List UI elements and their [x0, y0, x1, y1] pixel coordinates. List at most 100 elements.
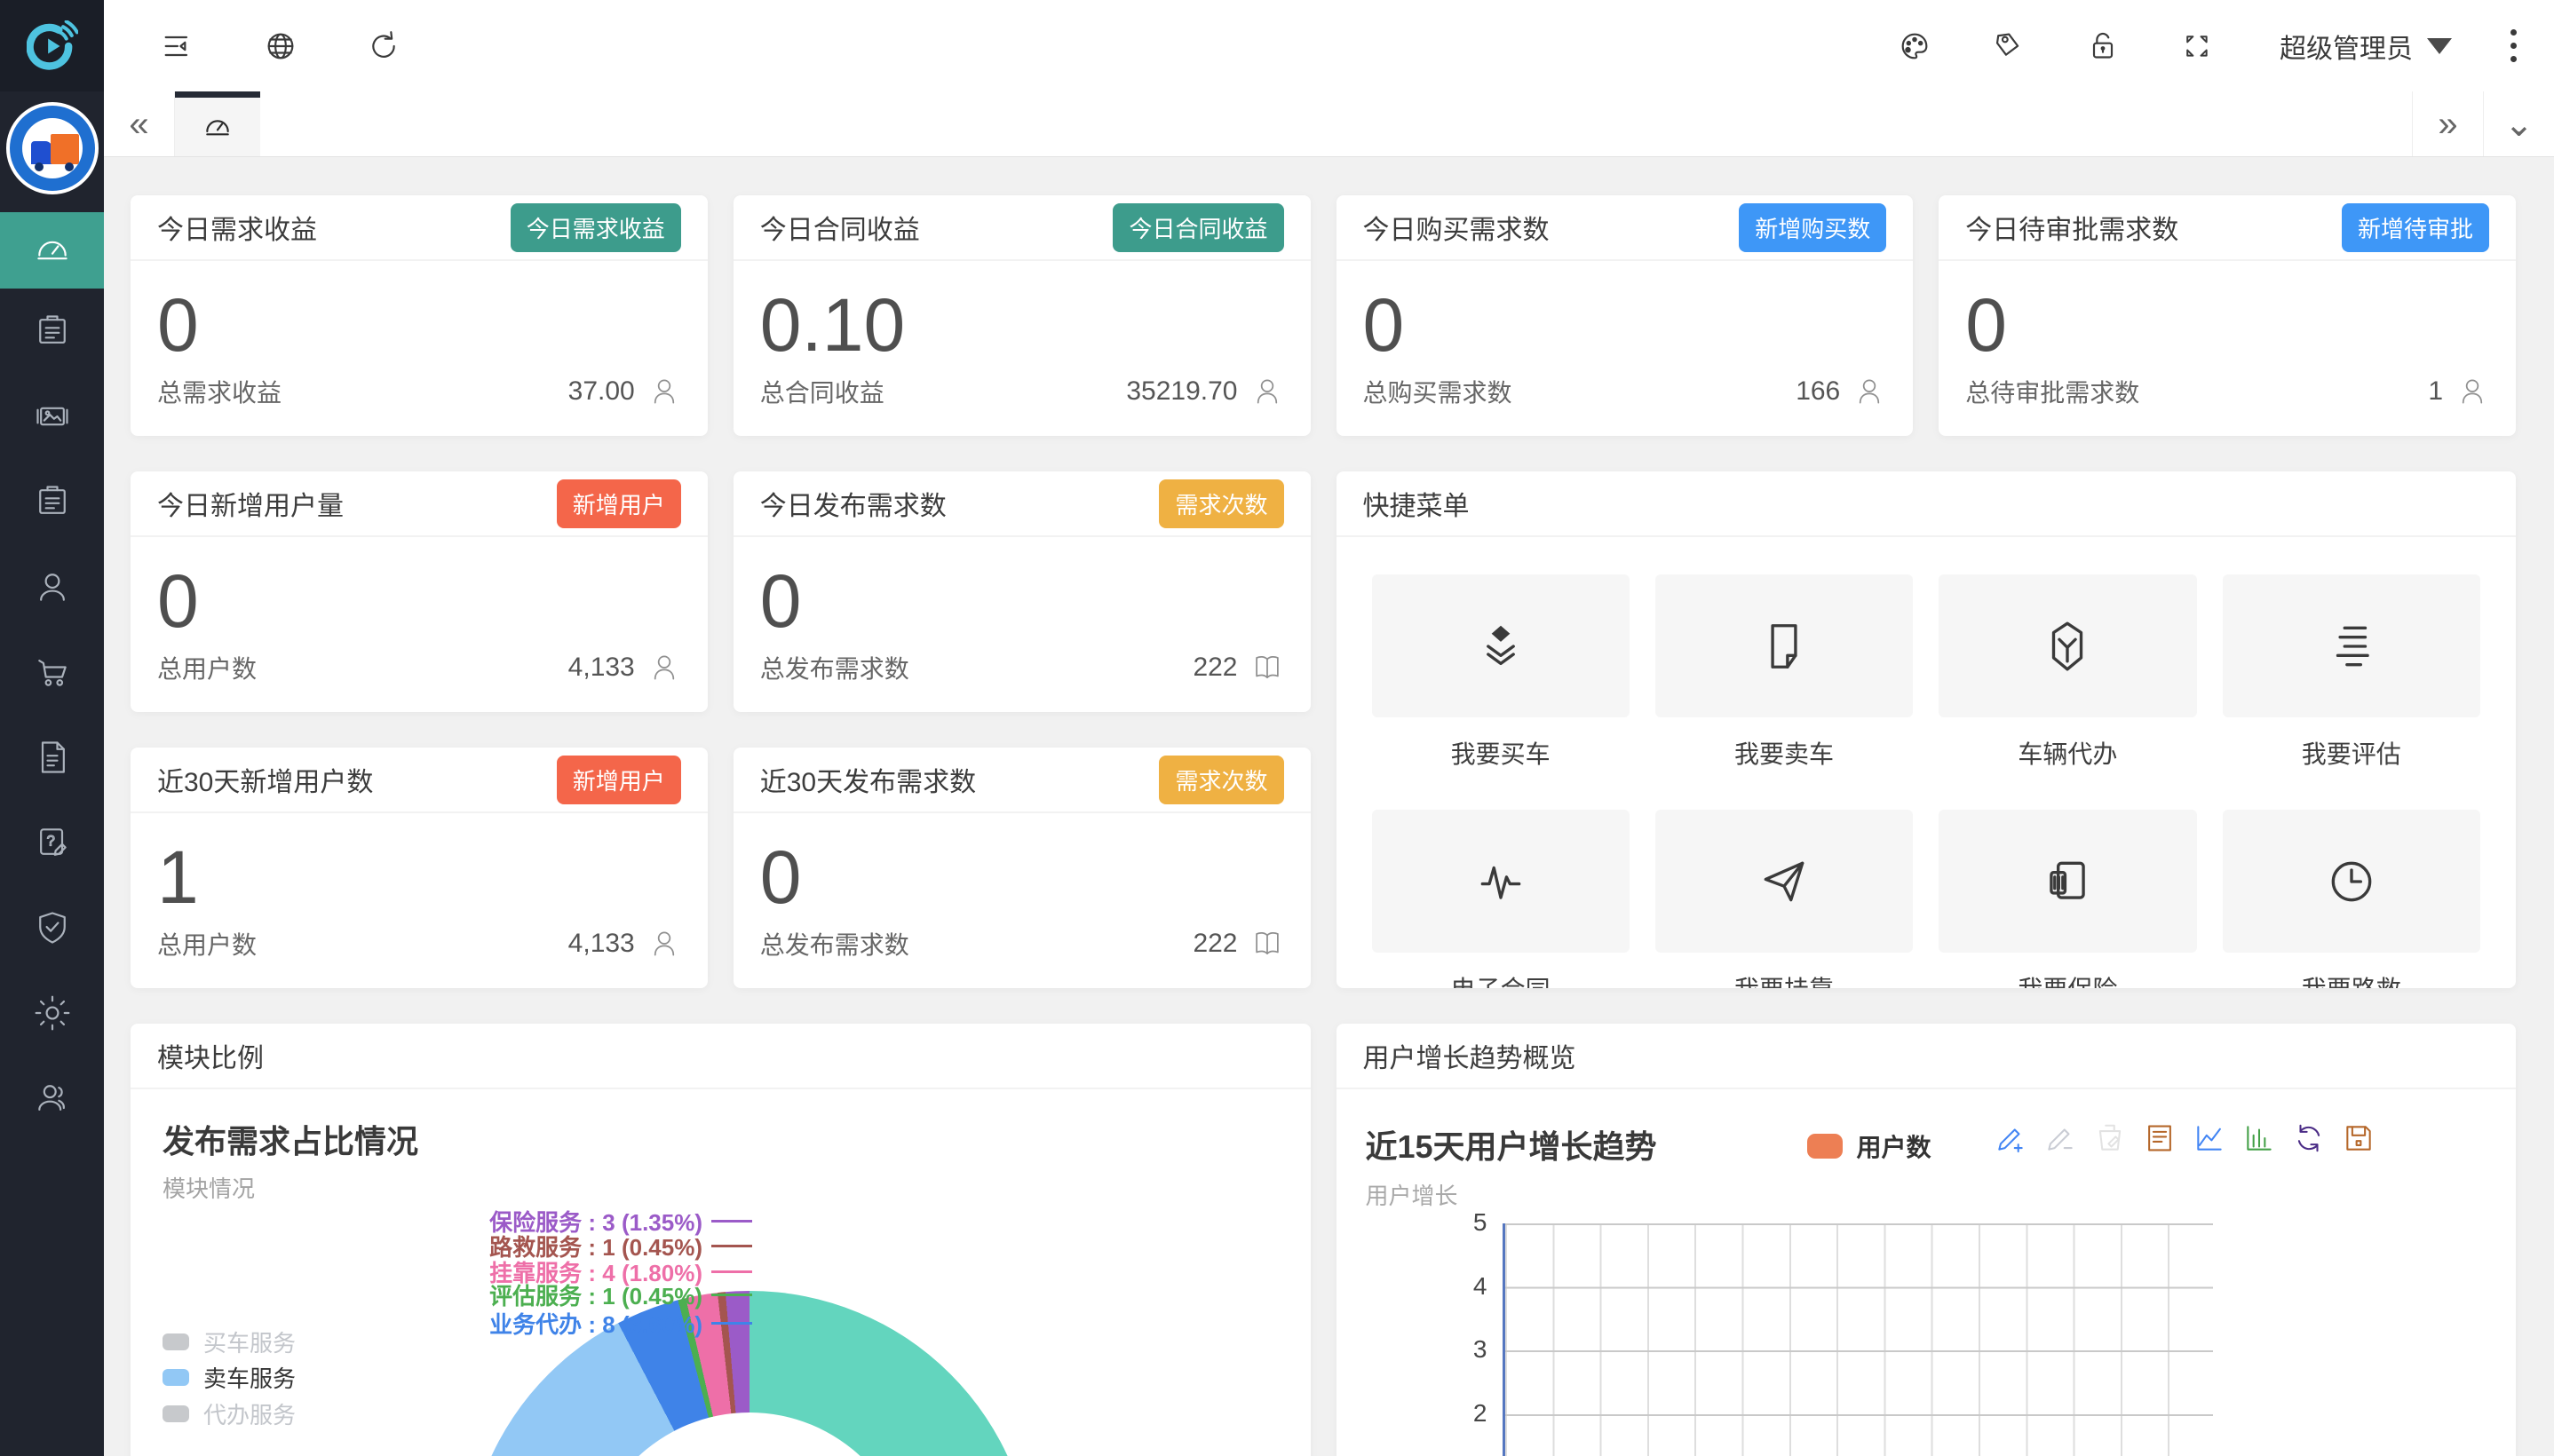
sidebar-item-orders[interactable]	[0, 289, 104, 374]
tabs-menu-button[interactable]: ⌄	[2483, 91, 2554, 156]
line-chart-area: 近15天用户增长趋势 用户数	[1336, 1089, 2517, 1456]
legend-item-sell-service[interactable]: 卖车服务	[163, 1361, 296, 1394]
edit-remove-icon[interactable]	[2043, 1121, 2077, 1155]
gear-icon	[33, 993, 72, 1033]
y-tick: 3	[1372, 1335, 1487, 1364]
card-title: 今日待审批需求数	[1965, 208, 2178, 247]
refresh-icon[interactable]	[2292, 1121, 2326, 1155]
chart-toolbox	[1994, 1121, 2376, 1155]
user-name: 超级管理员	[2280, 27, 2413, 66]
pie-chart-area: 发布需求占比情况 模块情况 保险服务 : 3 (1.35%) 路救服务 : 1 …	[131, 1089, 1311, 1456]
bar-chart-icon[interactable]	[2242, 1121, 2276, 1155]
quick-item-sell-car[interactable]: 我要卖车	[1655, 574, 1913, 771]
sidebar-item-documents[interactable]	[0, 715, 104, 800]
legend-swatch	[163, 1333, 189, 1350]
quick-menu-grid: 我要买车 我要卖车 车辆代办 我要评估	[1336, 537, 2517, 988]
svg-text:?: ?	[46, 834, 54, 850]
quick-item-affiliation[interactable]: 我要挂靠	[1655, 810, 1913, 988]
tag-icon	[1991, 28, 2027, 64]
card-title: 近30天发布需求数	[760, 760, 976, 799]
status-badge: 新增购买数	[1739, 203, 1886, 252]
tabs-scroll-left-button[interactable]: «	[104, 91, 175, 156]
refresh-icon	[366, 28, 401, 64]
legend-item-agency-service[interactable]: 代办服务	[163, 1397, 296, 1430]
total-value: 35219.70	[1126, 376, 1237, 407]
sidebar-item-dashboard[interactable]	[0, 212, 104, 289]
text-lines-icon	[2324, 619, 2379, 674]
double-chevron-left-icon: «	[129, 107, 148, 142]
menu-collapse-icon	[160, 28, 195, 64]
line-chart-icon[interactable]	[2193, 1121, 2226, 1155]
total-value: 222	[1193, 929, 1237, 959]
quick-item-insurance[interactable]: 我要保险	[1939, 810, 2196, 988]
sidebar-item-security[interactable]	[0, 885, 104, 970]
clock-icon	[2324, 854, 2379, 909]
shield-check-icon	[33, 908, 72, 947]
quick-item-buy-car[interactable]: 我要买车	[1372, 574, 1630, 771]
sidebar-menu: ?	[0, 212, 104, 1141]
fullscreen-icon	[2179, 28, 2215, 64]
save-icon[interactable]	[2342, 1121, 2376, 1155]
stat-card-published-demand-today: 今日发布需求数需求次数 0 总发布需求数 222	[734, 471, 1311, 712]
theme-button[interactable]	[1894, 26, 1935, 67]
sidebar-item-requirements[interactable]	[0, 459, 104, 544]
sidebar-item-shop[interactable]	[0, 629, 104, 715]
clear-icon[interactable]	[2093, 1121, 2127, 1155]
card-title: 快捷菜单	[1363, 484, 1470, 523]
app-logo[interactable]	[0, 0, 104, 91]
stat-value: 0	[1363, 284, 1887, 366]
more-options-button[interactable]	[2510, 29, 2517, 62]
document-list-icon	[33, 738, 72, 777]
data-view-icon[interactable]	[2143, 1121, 2177, 1155]
tab-dashboard[interactable]	[175, 91, 260, 156]
quick-item-road-rescue[interactable]: 我要路救	[2223, 810, 2480, 988]
user-growth-card: 用户增长趋势概览 近15天用户增长趋势 用户数	[1336, 1024, 2517, 1456]
tabs-scroll-right-button[interactable]: »	[2412, 91, 2483, 156]
card-title: 今日购买需求数	[1363, 208, 1550, 247]
company-truck-emblem	[6, 102, 99, 194]
total-label: 总用户数	[157, 926, 257, 961]
edit-add-icon[interactable]	[1994, 1121, 2027, 1155]
sidebar-item-users[interactable]	[0, 544, 104, 629]
legend-swatch	[1807, 1134, 1843, 1159]
chart-grid[interactable]	[1503, 1223, 2213, 1456]
stat-card-published-demand-30d: 近30天发布需求数需求次数 0 总发布需求数 222	[734, 748, 1311, 988]
card-title: 今日合同收益	[760, 208, 920, 247]
sidebar-item-feedback[interactable]: ?	[0, 800, 104, 885]
total-value: 222	[1193, 653, 1237, 683]
user-menu[interactable]: 超级管理员	[2280, 27, 2452, 66]
user-icon	[1250, 375, 1284, 408]
language-button[interactable]	[260, 26, 301, 67]
paper-plane-icon	[1757, 854, 1812, 909]
sidebar-item-settings[interactable]	[0, 970, 104, 1056]
chart-title: 近15天用户增长趋势	[1366, 1121, 1657, 1167]
quick-item-label: 我要路救	[2302, 970, 2401, 988]
y-tick: 2	[1372, 1399, 1487, 1428]
lock-screen-button[interactable]	[2082, 26, 2123, 67]
wallet-icon	[2040, 854, 2095, 909]
quick-item-vehicle-agency[interactable]: 车辆代办	[1939, 574, 2196, 771]
quick-item-label: 我要挂靠	[1734, 970, 1834, 988]
stat-value: 0	[157, 560, 681, 642]
sidebar-collapse-button[interactable]	[157, 26, 198, 67]
legend-item-user-count[interactable]: 用户数	[1807, 1128, 1931, 1164]
quick-item-e-contract[interactable]: 电子合同	[1372, 810, 1630, 988]
tags-button[interactable]	[1988, 26, 2029, 67]
status-badge: 今日需求收益	[511, 203, 681, 252]
refresh-button[interactable]	[363, 26, 404, 67]
total-label: 总发布需求数	[760, 650, 909, 685]
fullscreen-button[interactable]	[2177, 26, 2217, 67]
book-icon	[1250, 927, 1284, 961]
legend-swatch	[163, 1405, 189, 1422]
sidebar-item-admins[interactable]	[0, 1056, 104, 1141]
card-title: 用户增长趋势概览	[1363, 1036, 1576, 1075]
quick-item-label: 车辆代办	[2018, 735, 2117, 771]
user-icon	[1852, 375, 1886, 408]
card-title: 模块比例	[157, 1036, 264, 1075]
book-icon	[1250, 651, 1284, 684]
quick-item-label: 我要评估	[2302, 735, 2401, 771]
card-title: 今日需求收益	[157, 208, 317, 247]
legend-item-buy-service[interactable]: 买车服务	[163, 1325, 296, 1358]
sidebar-item-banners[interactable]	[0, 374, 104, 459]
quick-item-evaluate[interactable]: 我要评估	[2223, 574, 2480, 771]
